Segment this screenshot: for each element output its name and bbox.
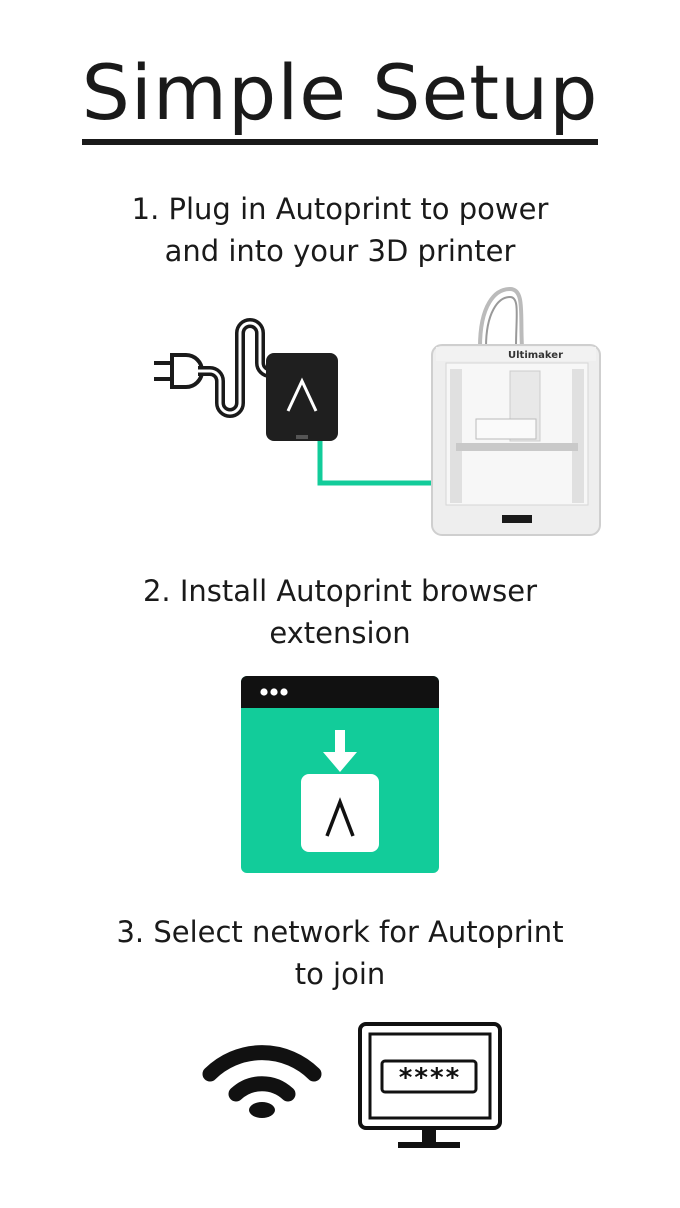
printer-image: Ultimaker — [431, 286, 601, 536]
step-2-line-1: 2. Install Autoprint browser — [142, 574, 538, 608]
window-dot-icon — [270, 688, 278, 696]
step-1-line-1: 1. Plug in Autoprint to power — [131, 192, 549, 226]
window-dot-icon — [280, 688, 288, 696]
setup-illustration: Ultimaker — [154, 286, 601, 536]
printer-brand: Ultimaker — [508, 350, 563, 361]
step-3-line-2: to join — [294, 957, 386, 991]
step-2-line-2: extension — [269, 616, 411, 650]
window-dot-icon — [260, 688, 268, 696]
monitor-password-icon: **** — [358, 1022, 502, 1148]
page-title: Simple Setup — [0, 48, 680, 145]
autoprint-app-tile — [301, 774, 379, 852]
step-3-line-1: 3. Select network for Autoprint — [116, 915, 564, 949]
step-1-text: 1. Plug in Autoprint to power and into y… — [0, 188, 680, 272]
power-plug-icon — [154, 318, 282, 418]
password-mask: **** — [398, 1063, 461, 1093]
usb-cable — [317, 441, 440, 486]
page-title-text: Simple Setup — [81, 48, 599, 145]
autoprint-device-icon — [266, 353, 338, 441]
browser-extension-icon — [241, 676, 439, 873]
step-2-text: 2. Install Autoprint browser extension — [0, 570, 680, 654]
step-1-line-2: and into your 3D printer — [164, 234, 516, 268]
wifi-icon — [202, 1045, 322, 1118]
step-3-text: 3. Select network for Autoprint to join — [0, 911, 680, 995]
